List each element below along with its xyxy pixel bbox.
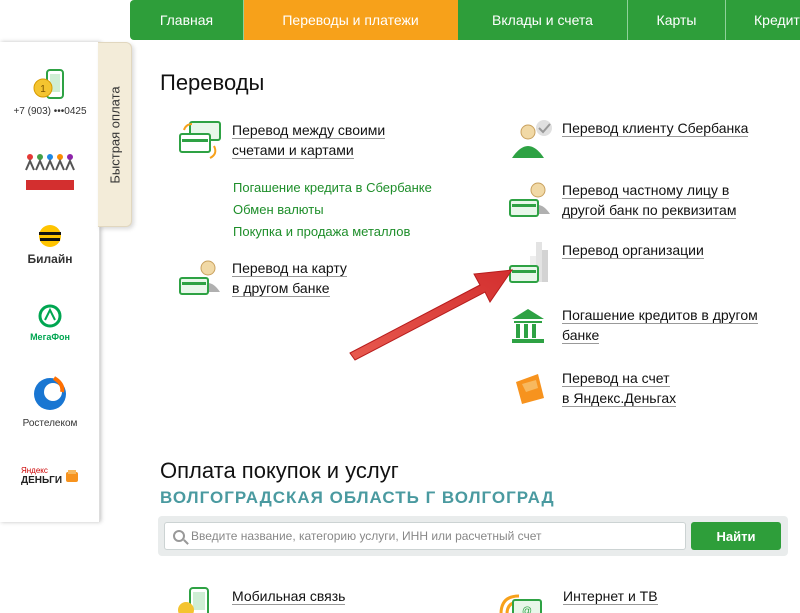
search-icon	[173, 530, 185, 542]
nav-transfers-payments[interactable]: Переводы и платежи	[244, 0, 458, 40]
private-line2: другой банк по реквизитам	[562, 202, 737, 219]
search-button[interactable]: Найти	[691, 522, 781, 550]
quick-pay-phone[interactable]: 1 +7 (903) •••0425	[0, 68, 100, 117]
loans-line1: Погашение кредитов в другом	[562, 307, 758, 324]
megafon-logo-icon	[38, 304, 62, 328]
yandex-line2: в Яндекс.Деньгах	[562, 390, 677, 407]
internet-tv-icon: @	[499, 594, 542, 613]
link-sber-loan[interactable]: Погашение кредита в Сбербанке	[233, 180, 432, 195]
rostelecom-label: Ростелеком	[22, 418, 78, 429]
service-mobile[interactable]: Мобильная связь	[178, 586, 346, 613]
quick-pay-tab-label: Быстрая оплата	[107, 85, 122, 184]
internet-label: Интернет и ТВ	[563, 588, 658, 605]
beeline-logo-icon	[39, 225, 61, 247]
nav-home[interactable]: Главная	[130, 0, 244, 40]
to-card-line1: Перевод на карту	[232, 260, 347, 277]
transfers-title: Переводы	[160, 70, 265, 95]
cards-exchange-icon	[179, 121, 221, 159]
transfer-yandex-money[interactable]: Перевод на счет в Яндекс.Деньгах	[508, 368, 677, 410]
organization-label: Перевод организации	[562, 242, 704, 259]
rostelecom-logo-icon	[34, 376, 66, 410]
transfer-own-accounts[interactable]: Перевод между своими счетами и картами	[178, 120, 386, 162]
search-placeholder: Введите название, категорию услуги, ИНН …	[191, 529, 542, 543]
sber-client-icon	[512, 120, 552, 158]
phone-icon: 1	[33, 69, 64, 99]
nav-credits[interactable]: Кредиты	[726, 0, 800, 40]
search-input[interactable]: Введите название, категорию услуги, ИНН …	[164, 522, 686, 550]
quick-pay-dom[interactable]	[0, 152, 100, 194]
transfer-organization[interactable]: Перевод организации	[508, 240, 704, 286]
service-internet-tv[interactable]: @ Интернет и ТВ	[495, 586, 658, 613]
transfer-sber-client[interactable]: Перевод клиенту Сбербанка	[508, 118, 749, 160]
beeline-label: Билайн	[27, 252, 73, 266]
yandex-bottom-label: ДЕНЬГИ	[20, 475, 63, 486]
quick-pay-beeline[interactable]: Билайн	[0, 224, 100, 266]
phone-number: +7 (903) •••0425	[13, 106, 87, 117]
link-metals[interactable]: Покупка и продажа металлов	[233, 224, 410, 239]
quick-pay-panel: 1 +7 (903) •••0425 Билайн МегаФон Ростел…	[0, 42, 100, 522]
region-selector[interactable]: ВОЛГОГРАДСКАЯ ОБЛАСТЬ Г ВОЛГОГРАД	[160, 488, 555, 508]
person-card-icon-2	[509, 182, 550, 217]
sber-client-label: Перевод клиенту Сбербанка	[562, 120, 749, 137]
private-line1: Перевод частному лицу в	[562, 182, 730, 199]
mobile-phone-icon	[178, 587, 209, 613]
transfer-private-person[interactable]: Перевод частному лицу в другой банк по р…	[508, 180, 737, 222]
link-currency-exchange[interactable]: Обмен валюты	[233, 202, 324, 217]
own-accounts-line2: счетами и картами	[232, 142, 354, 159]
yandex-line1: Перевод на счет	[562, 370, 670, 387]
search-bar: Введите название, категорию услуги, ИНН …	[158, 516, 788, 556]
own-accounts-line1: Перевод между своими	[232, 122, 386, 139]
transfer-to-card[interactable]: Перевод на карту в другом банке	[178, 258, 347, 300]
yandex-money-icon	[516, 374, 544, 404]
quick-pay-rostelecom[interactable]: Ростелеком	[0, 374, 100, 429]
nav-deposits[interactable]: Вклады и счета	[458, 0, 628, 40]
building-card-icon	[509, 242, 548, 283]
megafon-label: МегаФон	[30, 332, 70, 342]
loans-line2: банке	[562, 327, 600, 344]
mobile-label: Мобильная связь	[232, 588, 346, 605]
quick-pay-megafon[interactable]: МегаФон	[0, 304, 100, 342]
people-logo-icon	[25, 154, 75, 190]
quick-pay-yandex[interactable]: Яндекс ДЕНЬГИ	[0, 466, 100, 486]
svg-text:@: @	[522, 606, 532, 613]
transfer-loans-other-bank[interactable]: Погашение кредитов в другом банке	[508, 305, 758, 347]
bank-icon	[512, 309, 544, 343]
to-card-line2: в другом банке	[232, 280, 330, 297]
quick-pay-tab[interactable]: Быстрая оплата	[98, 42, 132, 227]
person-card-icon	[179, 260, 220, 295]
payments-title: Оплата покупок и услуг	[160, 458, 399, 483]
svg-text:1: 1	[40, 84, 46, 95]
nav-cards[interactable]: Карты	[628, 0, 726, 40]
top-navigation: Главная Переводы и платежи Вклады и счет…	[130, 0, 800, 40]
yandex-wallet-icon	[66, 470, 79, 482]
